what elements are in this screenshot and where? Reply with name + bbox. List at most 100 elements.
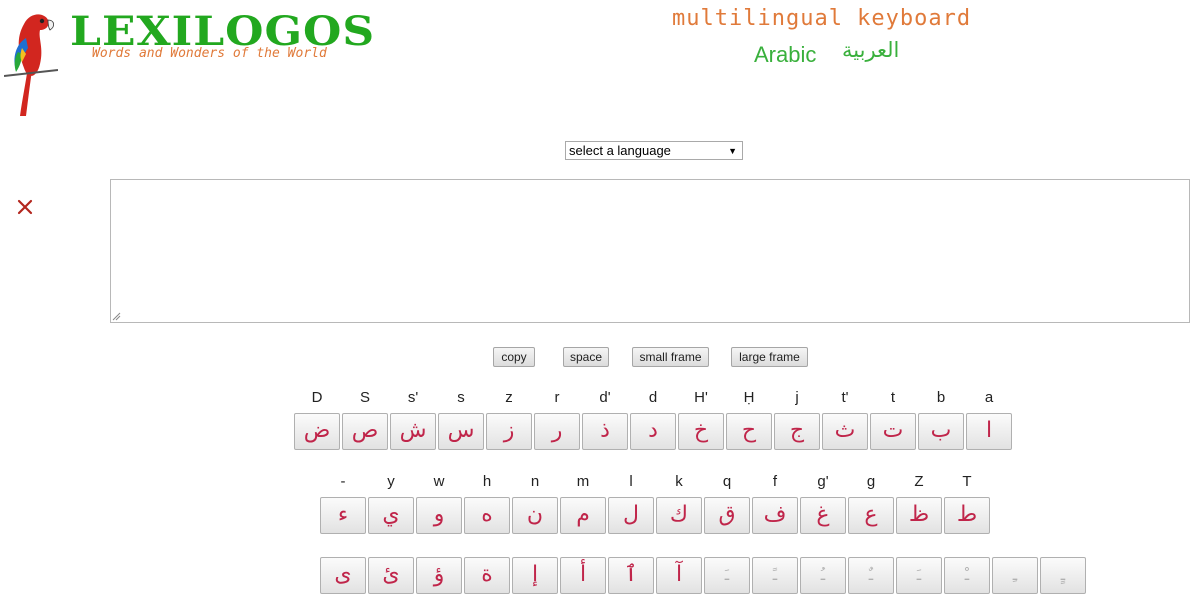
keyboard-key[interactable]: ث	[822, 413, 868, 450]
keyboard-key[interactable]: و	[416, 497, 462, 534]
keyboard-key[interactable]: ب	[918, 413, 964, 450]
copy-button[interactable]: copy	[493, 347, 535, 367]
keyboard-key-column: wو	[416, 473, 462, 534]
keyboard-key[interactable]: ا	[966, 413, 1012, 450]
keyboard-key[interactable]: آ	[656, 557, 702, 594]
page-title: multilingual keyboard	[672, 6, 972, 31]
keyboard-key-column: Tط	[944, 473, 990, 534]
key-transliteration-label: f	[772, 473, 778, 490]
keyboard-key-column: jج	[774, 389, 820, 450]
keyboard-key[interactable]: ح	[726, 413, 772, 450]
keyboard-key[interactable]: ظ	[896, 497, 942, 534]
keyboard-key[interactable]: ـْ	[944, 557, 990, 594]
keyboard-key[interactable]: ؤ	[416, 557, 462, 594]
key-transliteration-label: S	[359, 389, 370, 406]
keyboard-key-column: ـُ	[800, 557, 846, 594]
keyboard-key-column: g' غ	[800, 473, 846, 534]
keyboard-key[interactable]: ـٍ	[1040, 557, 1086, 594]
keyboard-key[interactable]: ط	[944, 497, 990, 534]
keyboard-key[interactable]: ش	[390, 413, 436, 450]
keyboard-key[interactable]: أ	[560, 557, 606, 594]
keyboard-key-column: Dض	[294, 389, 340, 450]
keyboard-key-column: آ	[656, 557, 702, 594]
keyboard-key[interactable]: ٱ	[608, 557, 654, 594]
space-button[interactable]: space	[563, 347, 609, 367]
keyboard-key[interactable]: ن	[512, 497, 558, 534]
key-transliteration-label: t	[890, 389, 896, 406]
keyboard-key-column: tت	[870, 389, 916, 450]
keyboard-key[interactable]: ص	[342, 413, 388, 450]
keyboard-key[interactable]: ـَ	[704, 557, 750, 594]
keyboard-key-column: zز	[486, 389, 532, 450]
keyboard-key[interactable]: ت	[870, 413, 916, 450]
keyboard-key-column: أ	[560, 557, 606, 594]
key-transliteration-label: y	[387, 473, 395, 490]
keyboard-key[interactable]: ـً	[752, 557, 798, 594]
keyboard-key[interactable]: ة	[464, 557, 510, 594]
key-transliteration-label: z	[505, 389, 513, 406]
key-transliteration-label: D	[311, 389, 323, 406]
keyboard-key[interactable]: غ	[800, 497, 846, 534]
keyboard-key[interactable]: ز	[486, 413, 532, 450]
key-transliteration-label: d	[648, 389, 658, 406]
text-editor[interactable]	[110, 179, 1190, 323]
keyboard-key[interactable]: ه	[464, 497, 510, 534]
key-transliteration-label: q	[722, 473, 732, 490]
keyboard-key[interactable]: ق	[704, 497, 750, 534]
keyboard-key-column: kك	[656, 473, 702, 534]
keyboard-key-column: dد	[630, 389, 676, 450]
keyboard-key[interactable]: ـُ	[800, 557, 846, 594]
key-transliteration-label: n	[530, 473, 540, 490]
large-frame-button[interactable]: large frame	[731, 347, 808, 367]
keyboard-key[interactable]: ئ	[368, 557, 414, 594]
keyboard-key[interactable]: ذ	[582, 413, 628, 450]
key-transliteration-label: T	[962, 473, 972, 490]
key-transliteration-label: g	[866, 473, 876, 490]
keyboard-key-column: gع	[848, 473, 894, 534]
keyboard-key[interactable]: ل	[608, 497, 654, 534]
language-select-value: select a language	[569, 143, 671, 158]
site-tagline: Words and Wonders of the World	[92, 46, 327, 61]
key-transliteration-label: w	[433, 473, 445, 490]
keyboard-key[interactable]: ى	[320, 557, 366, 594]
key-transliteration-label: h	[482, 473, 492, 490]
resize-grip-icon[interactable]	[112, 312, 121, 321]
keyboard-key-column: aا	[966, 389, 1012, 450]
keyboard-key[interactable]: ف	[752, 497, 798, 534]
keyboard-key[interactable]: م	[560, 497, 606, 534]
key-transliteration-label: j	[795, 389, 799, 406]
keyboard-key-column: ة	[464, 557, 510, 594]
keyboard-key[interactable]: د	[630, 413, 676, 450]
keyboard-key[interactable]: ع	[848, 497, 894, 534]
keyboard-key-column: sس	[438, 389, 484, 450]
keyboard-key[interactable]: س	[438, 413, 484, 450]
keyboard-key[interactable]: ـٌ	[848, 557, 894, 594]
small-frame-button[interactable]: small frame	[632, 347, 709, 367]
key-transliteration-label: d'	[599, 389, 611, 406]
key-transliteration-label: b	[936, 389, 946, 406]
keyboard-key-column: ـِ	[992, 557, 1038, 594]
key-transliteration-label: Ḥ	[743, 389, 755, 406]
keyboard-key-column: ـَ	[896, 557, 942, 594]
keyboard-key-column: ـً	[752, 557, 798, 594]
keyboard-key[interactable]: إ	[512, 557, 558, 594]
dropdown-arrow-icon: ▼	[728, 146, 737, 156]
keyboard-key[interactable]: ي	[368, 497, 414, 534]
key-transliteration-label: k	[675, 473, 683, 490]
key-transliteration-label: s	[457, 389, 465, 406]
keyboard-key-column: ـٍ	[1040, 557, 1086, 594]
keyboard-key[interactable]: ء	[320, 497, 366, 534]
keyboard-key-column: -ء	[320, 473, 366, 534]
keyboard-key[interactable]: ج	[774, 413, 820, 450]
keyboard-key[interactable]: ك	[656, 497, 702, 534]
keyboard-key[interactable]: ـِ	[992, 557, 1038, 594]
language-select[interactable]: select a language ▼	[565, 141, 743, 160]
clear-text-icon[interactable]	[16, 198, 34, 216]
keyboard-key[interactable]: خ	[678, 413, 724, 450]
key-transliteration-label: a	[984, 389, 994, 406]
keyboard-key[interactable]: ـَ	[896, 557, 942, 594]
parrot-logo-icon[interactable]	[4, 8, 58, 116]
keyboard-key[interactable]: ر	[534, 413, 580, 450]
keyboard-key[interactable]: ض	[294, 413, 340, 450]
keyboard-key-column: d' ذ	[582, 389, 628, 450]
